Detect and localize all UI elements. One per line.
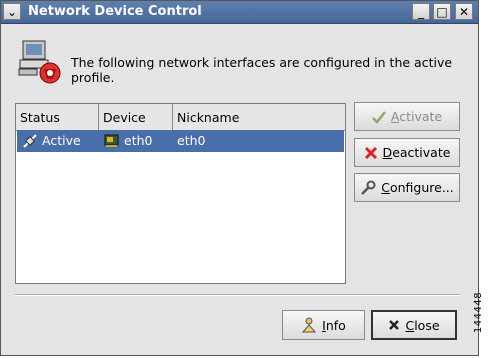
deactivate-button[interactable]: Deactivate: [354, 138, 460, 167]
close-label: Close: [405, 317, 440, 333]
activate-button[interactable]: Activate: [354, 102, 460, 131]
activate-label: Activate: [390, 109, 443, 124]
network-card-icon: [104, 134, 119, 147]
checkmark-icon: [371, 110, 386, 124]
separator: [15, 294, 460, 296]
red-x-icon: [364, 146, 378, 160]
wrench-icon: [360, 180, 376, 196]
column-header-device[interactable]: Device: [99, 104, 173, 130]
close-window-button[interactable]: ✕: [455, 3, 473, 20]
network-computer-icon: [18, 40, 61, 84]
maximize-icon: □: [436, 4, 448, 19]
list-header: Status Device Nickname: [16, 104, 345, 131]
row-status: Active: [42, 133, 81, 148]
close-x-icon: [388, 319, 400, 331]
connected-plug-icon: [23, 134, 37, 148]
title-bar[interactable]: ⌄ Network Device Control _ □ ✕: [1, 1, 478, 24]
close-icon: ✕: [458, 4, 470, 19]
column-header-nickname[interactable]: Nickname: [173, 104, 345, 130]
info-button[interactable]: Info: [282, 310, 365, 340]
maximize-button[interactable]: □: [433, 3, 451, 20]
window-menu-button[interactable]: ⌄: [3, 3, 21, 20]
device-list[interactable]: Status Device Nickname Active eth0 eth0: [15, 103, 346, 284]
column-header-status[interactable]: Status: [16, 104, 99, 130]
row-device: eth0: [124, 133, 153, 148]
close-button[interactable]: Close: [371, 310, 457, 340]
minimize-button[interactable]: _: [412, 3, 430, 20]
figure-id: 144448: [472, 291, 484, 334]
configure-button[interactable]: Configure...: [354, 173, 460, 202]
minimize-icon: _: [418, 4, 424, 19]
info-label: Info: [322, 317, 346, 333]
deactivate-label: Deactivate: [382, 145, 451, 160]
info-people-icon: [301, 317, 317, 333]
table-row[interactable]: Active eth0 eth0: [17, 130, 344, 152]
network-device-control-window: ⌄ Network Device Control _ □ ✕ The follo…: [0, 0, 479, 356]
intro-text: The following network interfaces are con…: [71, 55, 453, 85]
row-nickname: eth0: [177, 133, 206, 148]
configure-label: Configure...: [381, 180, 454, 195]
chevron-down-icon: ⌄: [6, 4, 18, 19]
window-title: Network Device Control: [28, 4, 202, 19]
